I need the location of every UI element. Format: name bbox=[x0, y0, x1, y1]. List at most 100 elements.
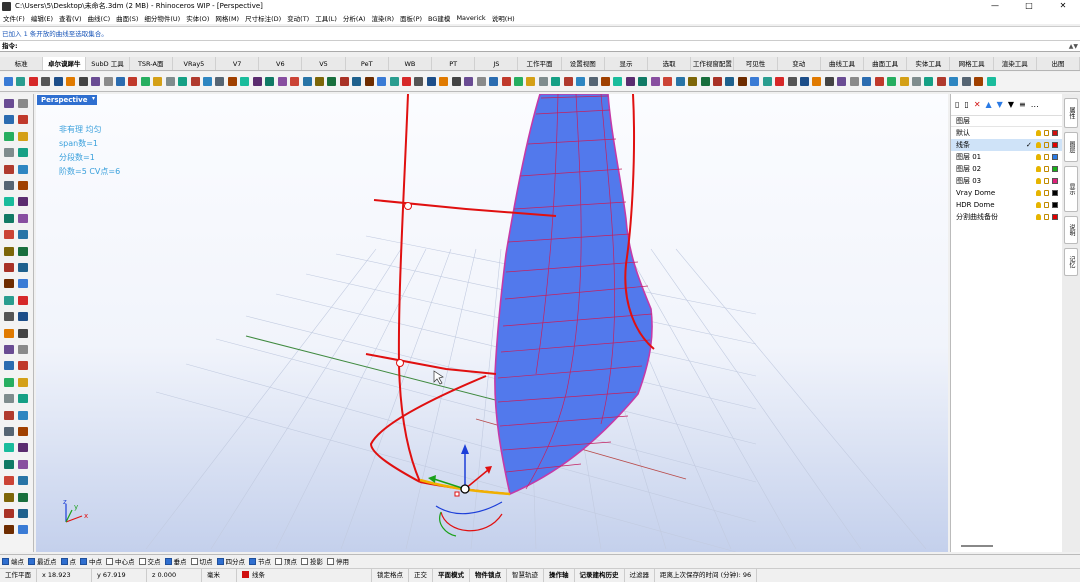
left-tool-icon[interactable] bbox=[18, 459, 28, 469]
osnap-option[interactable]: 四分点 bbox=[216, 556, 245, 566]
osnap-option[interactable]: 点 bbox=[60, 556, 76, 566]
toolbar-tool-icon[interactable] bbox=[451, 77, 461, 86]
toolbar-tool-icon[interactable] bbox=[725, 77, 735, 86]
tab-5[interactable]: V7 bbox=[216, 57, 260, 70]
toolbar-tool-icon[interactable] bbox=[389, 77, 399, 86]
toolbar-tool-icon[interactable] bbox=[526, 77, 536, 86]
toolbar-tool-icon[interactable] bbox=[887, 77, 897, 86]
tab-24[interactable]: 出图 bbox=[1037, 57, 1080, 70]
left-tool-icon[interactable] bbox=[4, 246, 14, 256]
left-tool-icon[interactable] bbox=[18, 476, 28, 486]
left-tool-icon[interactable] bbox=[4, 459, 14, 469]
toolbar-tool-icon[interactable] bbox=[277, 77, 287, 86]
toolbar-tool-icon[interactable] bbox=[775, 77, 785, 86]
toolbar-tool-icon[interactable] bbox=[563, 77, 573, 86]
left-tool-icon[interactable] bbox=[4, 295, 14, 305]
more-icon[interactable]: … bbox=[1031, 100, 1039, 109]
left-tool-icon[interactable] bbox=[18, 263, 28, 272]
lock-icon[interactable] bbox=[1044, 190, 1049, 196]
new-layer-icon[interactable]: ▯ bbox=[955, 100, 959, 109]
toolbar-tool-icon[interactable] bbox=[750, 77, 760, 86]
tab-15[interactable]: 选取 bbox=[648, 57, 692, 70]
toolbar-tool-icon[interactable] bbox=[588, 77, 598, 86]
tab-23[interactable]: 渲染工具 bbox=[994, 57, 1037, 70]
toolbar-tool-icon[interactable] bbox=[700, 77, 710, 86]
toolbar-tool-icon[interactable] bbox=[178, 77, 188, 86]
toolbar-tool-icon[interactable] bbox=[824, 77, 834, 86]
layer-menu-icon[interactable]: ≡ bbox=[1019, 100, 1026, 109]
left-tool-icon[interactable] bbox=[18, 509, 28, 518]
tab-20[interactable]: 曲面工具 bbox=[864, 57, 908, 70]
layer-row[interactable]: 图层 01 bbox=[951, 151, 1062, 163]
toolbar-tool-icon[interactable] bbox=[4, 77, 13, 86]
toolbar-tool-icon[interactable] bbox=[538, 77, 548, 86]
osnap-checkbox[interactable] bbox=[80, 557, 87, 565]
tab-12[interactable]: 工作平面 bbox=[518, 57, 562, 70]
toolbar-tool-icon[interactable] bbox=[762, 77, 772, 86]
toolbar-tool-icon[interactable] bbox=[489, 77, 499, 86]
osnap-option[interactable]: 交点 bbox=[138, 556, 161, 566]
toolbar-tool-icon[interactable] bbox=[115, 77, 125, 86]
toolbar-tool-icon[interactable] bbox=[140, 77, 150, 86]
osnap-checkbox[interactable] bbox=[2, 557, 9, 565]
move-up-icon[interactable]: ▲ bbox=[986, 100, 992, 109]
toolbar-tool-icon[interactable] bbox=[688, 77, 698, 86]
left-tool-icon[interactable] bbox=[18, 410, 28, 420]
menu-bg-modeling[interactable]: BG建模 bbox=[428, 13, 450, 23]
visibility-bulb-icon[interactable] bbox=[1036, 130, 1041, 136]
left-tool-icon[interactable] bbox=[4, 312, 14, 322]
toolbar-tool-icon[interactable] bbox=[899, 77, 909, 86]
left-tool-icon[interactable] bbox=[4, 99, 14, 108]
maximize-button[interactable]: □ bbox=[1012, 0, 1046, 12]
left-tool-icon[interactable] bbox=[4, 230, 14, 240]
lock-icon[interactable] bbox=[1044, 166, 1049, 172]
lock-icon[interactable] bbox=[1044, 154, 1049, 160]
tab-3[interactable]: TSR-A面 bbox=[130, 57, 173, 70]
toolbar-tool-icon[interactable] bbox=[190, 77, 200, 86]
left-tool-icon[interactable] bbox=[4, 148, 14, 158]
tab-7[interactable]: V5 bbox=[302, 57, 346, 70]
toolbar-tool-icon[interactable] bbox=[66, 77, 76, 86]
toolbar-tool-icon[interactable] bbox=[78, 77, 88, 86]
left-tool-icon[interactable] bbox=[4, 361, 14, 371]
left-tool-icon[interactable] bbox=[18, 99, 28, 108]
toolbar-tool-icon[interactable] bbox=[290, 77, 300, 86]
left-tool-icon[interactable] bbox=[4, 181, 14, 190]
toolbar-tool-icon[interactable] bbox=[252, 77, 262, 86]
left-tool-icon[interactable] bbox=[4, 509, 14, 518]
osnap-option[interactable]: 最近点 bbox=[28, 556, 57, 566]
osnap-checkbox[interactable] bbox=[138, 557, 146, 565]
viewport-scene[interactable]: z y x bbox=[36, 94, 948, 552]
toolbar-tool-icon[interactable] bbox=[302, 77, 312, 86]
layer-color-swatch[interactable] bbox=[1052, 154, 1058, 160]
menu-dimension[interactable]: 尺寸标注(D) bbox=[245, 13, 281, 23]
left-tool-icon[interactable] bbox=[18, 377, 28, 387]
toolbar-tool-icon[interactable] bbox=[501, 77, 511, 86]
toolbar-tool-icon[interactable] bbox=[663, 77, 673, 86]
menu-mesh[interactable]: 网格(M) bbox=[215, 13, 239, 23]
visibility-bulb-icon[interactable] bbox=[1036, 202, 1041, 208]
left-tool-icon[interactable] bbox=[4, 410, 14, 420]
osnap-checkbox[interactable] bbox=[216, 557, 224, 565]
left-tool-icon[interactable] bbox=[4, 115, 14, 125]
toolbar-tool-icon[interactable] bbox=[837, 77, 847, 86]
toolbar-tool-icon[interactable] bbox=[625, 77, 635, 86]
osnap-checkbox[interactable] bbox=[106, 557, 113, 565]
left-tool-icon[interactable] bbox=[18, 279, 28, 289]
left-tool-icon[interactable] bbox=[4, 131, 14, 141]
menu-maverick[interactable]: Maverick bbox=[456, 14, 485, 22]
menu-file[interactable]: 文件(F) bbox=[3, 13, 25, 23]
status-toggle[interactable]: 记录建构历史 bbox=[575, 568, 625, 582]
command-scroll-icon[interactable]: ▲▼ bbox=[1069, 41, 1078, 52]
osnap-checkbox[interactable] bbox=[164, 557, 172, 565]
panel-scrollbar[interactable] bbox=[961, 545, 993, 547]
visibility-bulb-icon[interactable] bbox=[1036, 190, 1041, 196]
cplane-label[interactable]: 工作平面 bbox=[0, 568, 37, 582]
left-tool-icon[interactable] bbox=[4, 197, 14, 207]
toolbar-tool-icon[interactable] bbox=[227, 77, 237, 86]
visibility-bulb-icon[interactable] bbox=[1036, 178, 1041, 184]
osnap-checkbox[interactable] bbox=[301, 557, 308, 565]
left-tool-icon[interactable] bbox=[4, 525, 14, 535]
menu-curve[interactable]: 曲线(C) bbox=[88, 13, 111, 23]
left-tool-icon[interactable] bbox=[18, 345, 28, 354]
